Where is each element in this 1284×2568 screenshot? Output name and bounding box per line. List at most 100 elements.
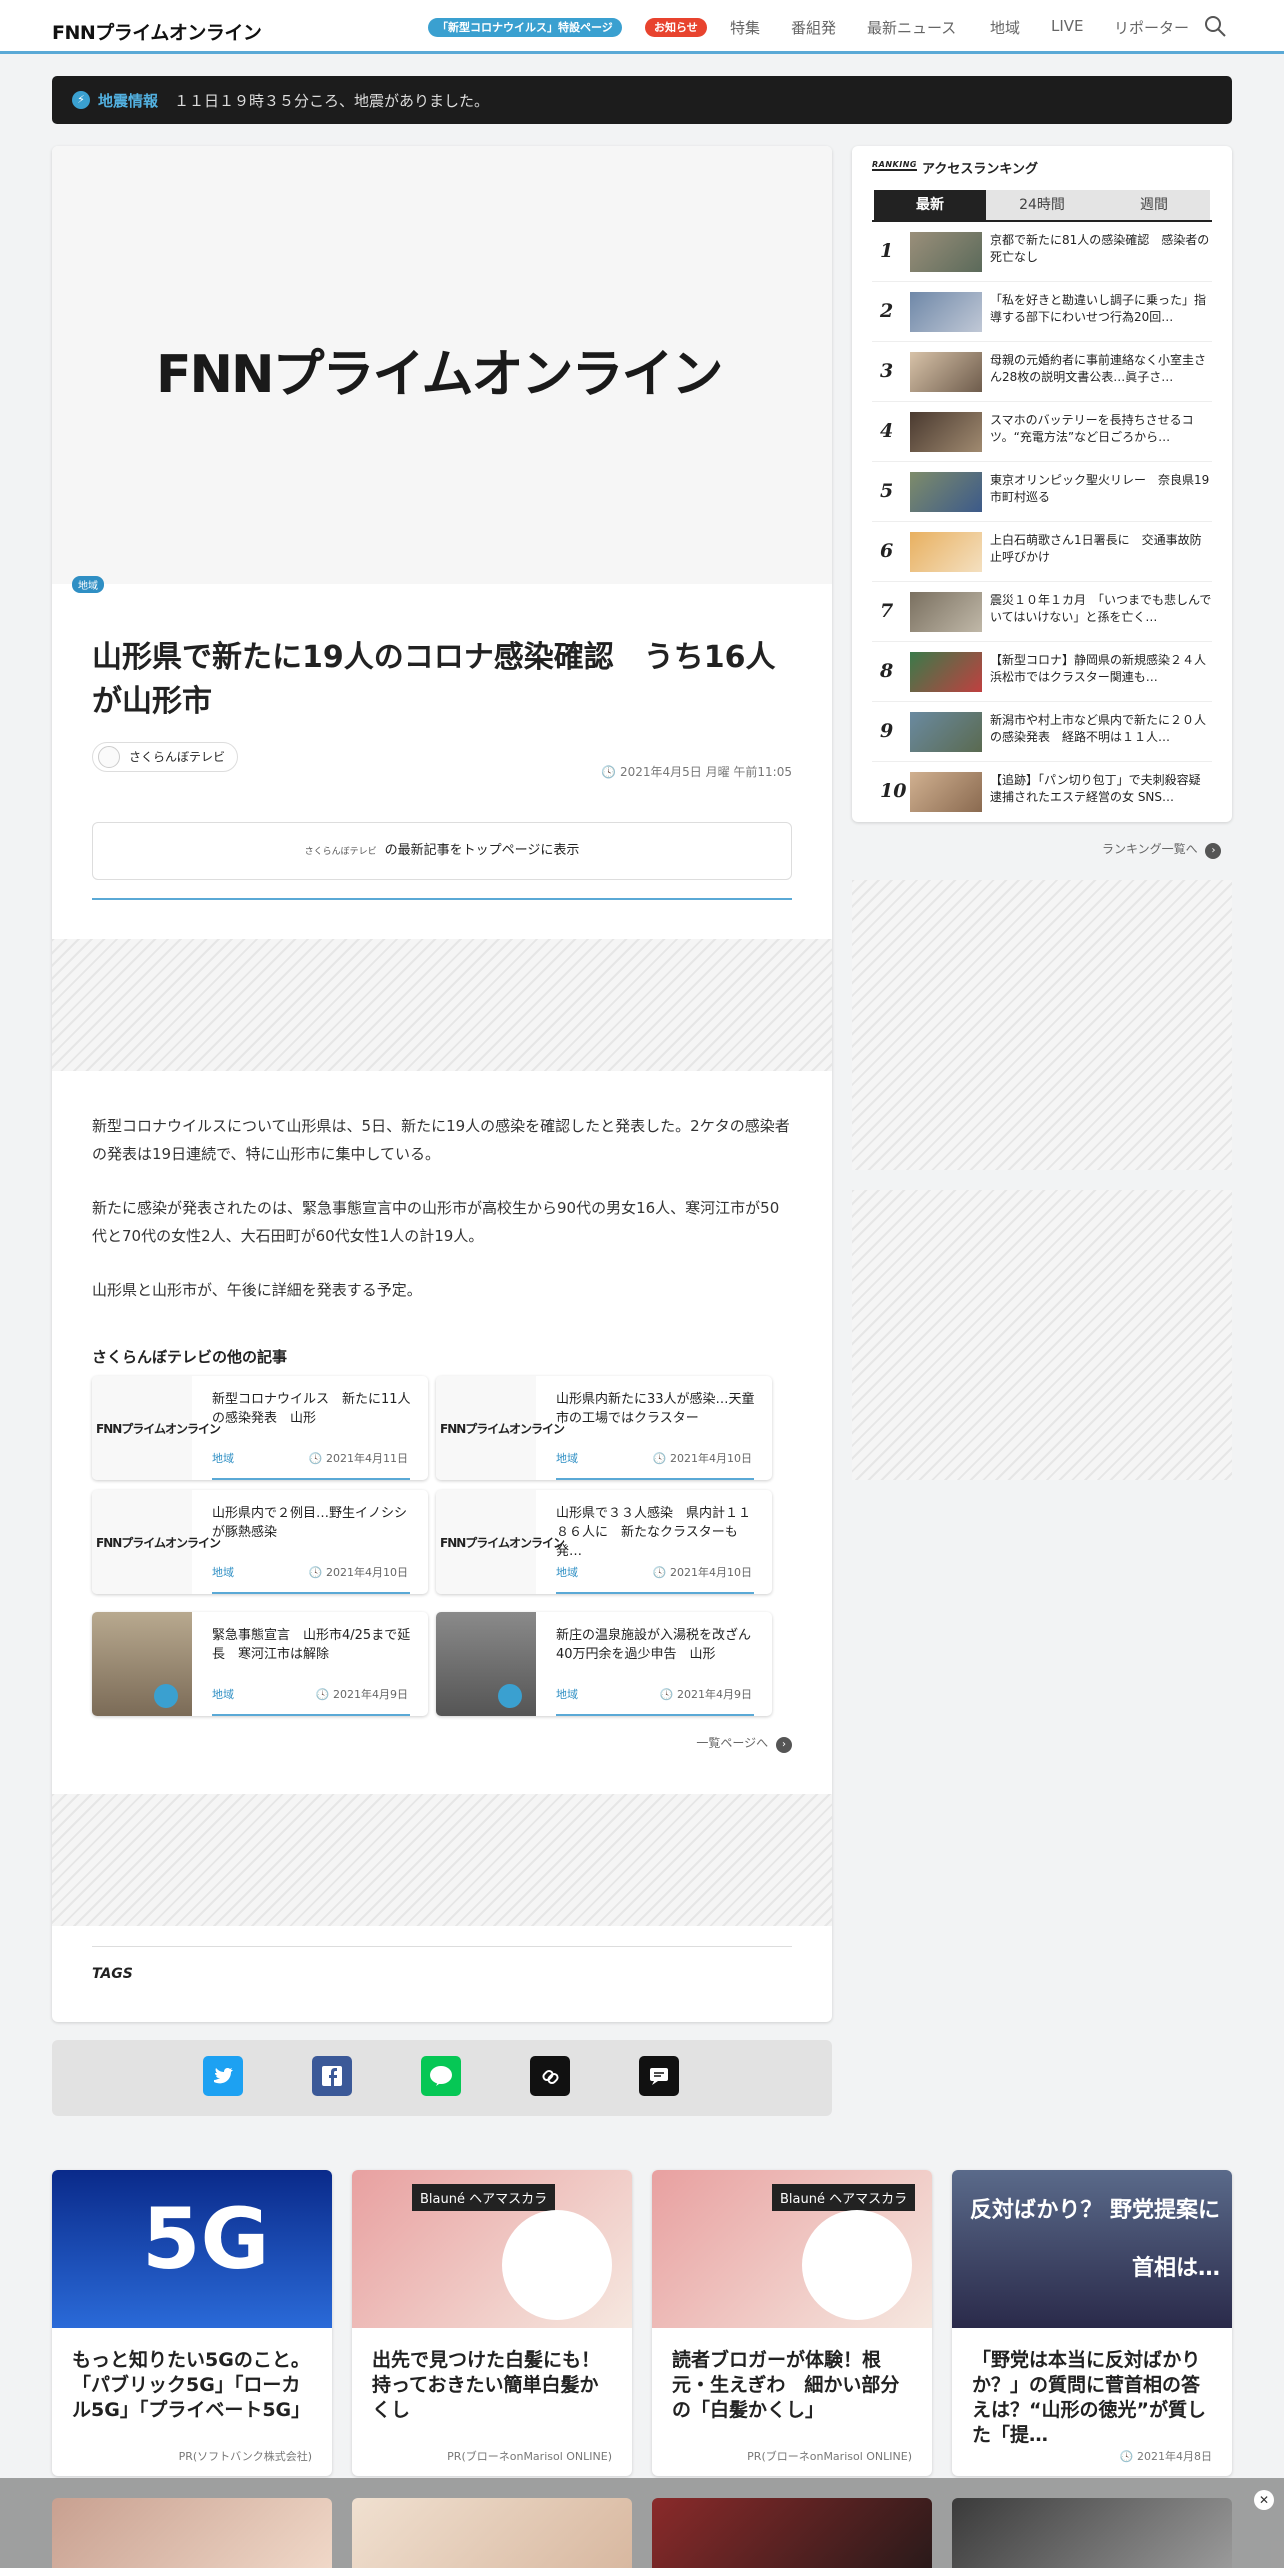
- ranking-panel: RANKING アクセスランキング 最新 24時間 週間 1 京都で新たに81人の…: [852, 146, 1232, 822]
- tab-weekly[interactable]: 週間: [1098, 190, 1210, 220]
- divider: [92, 898, 792, 900]
- ranking-more-link[interactable]: ランキング一覧へ ›: [1102, 840, 1222, 859]
- chevron-right-icon: ›: [1205, 843, 1222, 859]
- earthquake-alert[interactable]: ⚡ 地震情報 １１日１９時３５分ころ、地震がありました。: [52, 76, 1232, 124]
- other-article-card[interactable]: 緊急事態宣言 山形市4/25まで延長 寒河江市は解除 地域 🕓 2021年4月9…: [92, 1612, 428, 1716]
- video-icon: [498, 1684, 522, 1708]
- news-image: 反対ばかり？ 野党提案に首相は…: [952, 2170, 1232, 2328]
- other-article-card[interactable]: 新庄の温泉施設が入湯税を改ざん 40万円余を過少申告 山形 地域 🕓 2021年…: [436, 1612, 772, 1716]
- ad-thumbnail[interactable]: [352, 2498, 632, 2568]
- link-icon: [542, 2069, 559, 2085]
- line-share-button[interactable]: [421, 2056, 461, 2096]
- ranking-item[interactable]: 5 東京オリンピック聖火リレー 奈良県19市町村巡る: [872, 462, 1212, 522]
- other-article-tag: 地域: [556, 1688, 578, 1701]
- line-icon: [430, 2066, 452, 2086]
- other-article-tag: 地域: [556, 1566, 578, 1579]
- alert-label: 地震情報: [98, 92, 159, 110]
- source-badge[interactable]: さくらんぼテレビ: [92, 742, 239, 772]
- ranking-thumbnail: [910, 232, 982, 272]
- ranking-thumbnail: [910, 412, 982, 452]
- ranking-thumbnail: [910, 772, 982, 812]
- sidebar-ad-slot: [852, 880, 1232, 1170]
- ranking-item[interactable]: 4 スマホのバッテリーを長持ちさせるコツ。“充電方法”など日ごろから…: [872, 402, 1212, 462]
- twitter-icon: [214, 2068, 233, 2084]
- pr-card[interactable]: 5G もっと知りたい5Gのこと。「パブリック5G」「ローカル5G」「プライベート…: [52, 2170, 332, 2476]
- ranking-item[interactable]: 6 上白石萌歌さん1日署長に 交通事故防止呼びかけ: [872, 522, 1212, 582]
- facebook-icon: [322, 2066, 342, 2086]
- ranking-item[interactable]: 9 新潟市や村上市など県内で新たに２０人の感染発表 経路不明は１１人…: [872, 702, 1212, 762]
- ranking-thumbnail: [910, 592, 982, 632]
- other-articles-heading: さくらんぼテレビの他の記事: [92, 1348, 288, 1366]
- category-badge[interactable]: 地域: [72, 576, 104, 593]
- other-article-title: 新型コロナウイルス 新たに11人の感染発表 山形: [212, 1392, 411, 1426]
- ranking-badge: RANKING: [872, 160, 917, 171]
- list-page-link[interactable]: 一覧ページへ ›: [696, 1734, 792, 1753]
- top-page-link[interactable]: さくらんぼテレビ の最新記事をトップページに表示: [92, 822, 792, 880]
- news-date: 🕓 2021年4月8日: [1119, 2450, 1212, 2463]
- ad-thumbnail[interactable]: [52, 2498, 332, 2568]
- pr-title: もっと知りたい5Gのこと。「パブリック5G」「ローカル5G」「プライベート5G」: [72, 2349, 311, 2421]
- ranking-item[interactable]: 1 京都で新たに81人の感染確認 感染者の死亡なし: [872, 222, 1212, 282]
- ranking-item[interactable]: 8 【新型コロナ】静岡県の新規感染２４人 浜松市ではクラスター関連も…: [872, 642, 1212, 702]
- pr-source: PR(ブローネonMarisol ONLINE): [447, 2450, 612, 2463]
- pr-card[interactable]: Blauné ヘアマスカラ 読者ブロガーが体験！根元・生えぎわ 細かい部分の「白…: [652, 2170, 932, 2476]
- site-header: FNNプライムオンライン 「新型コロナウイルス」特設ページ お知らせ 特集 番組…: [0, 0, 1284, 54]
- ranking-thumbnail: [910, 472, 982, 512]
- article-paragraph-2: 新たに感染が発表されたのは、緊急事態宣言中の山形市が高校生から90代の男女16人…: [92, 1199, 780, 1245]
- news-card[interactable]: 反対ばかり？ 野党提案に首相は… 「野党は本当に反対ばかりか？」の質問に菅首相の…: [952, 2170, 1232, 2476]
- corona-special-link[interactable]: 「新型コロナウイルス」特設ページ: [428, 18, 622, 37]
- nav-feature[interactable]: 特集: [730, 17, 760, 38]
- ranking-item[interactable]: 2 「私を好きと勘違いし調子に乗った」指導する部下にわいせつ行為20回…: [872, 282, 1212, 342]
- other-article-tag: 地域: [212, 1566, 234, 1579]
- nav-programs[interactable]: 番組発: [791, 17, 836, 38]
- twitter-share-button[interactable]: [203, 2056, 243, 2096]
- article-thumbnail: FNNプライムオンライン: [92, 1376, 221, 1480]
- pr-image: Blauné ヘアマスカラ: [352, 2170, 632, 2328]
- ranking-item[interactable]: 7 震災１０年１カ月 「いつまでも悲しんでいてはいけない」と孫を亡く…: [872, 582, 1212, 642]
- comment-icon: [650, 2068, 668, 2085]
- search-icon[interactable]: [1203, 14, 1227, 38]
- tab-latest[interactable]: 最新: [874, 190, 986, 220]
- nav-latest-news[interactable]: 最新ニュース: [867, 17, 956, 38]
- ranking-thumbnail: [910, 652, 982, 692]
- tab-24h[interactable]: 24時間: [986, 190, 1098, 220]
- notice-link[interactable]: お知らせ: [645, 18, 707, 37]
- other-article-date: 🕓 2021年4月10日: [652, 1566, 752, 1579]
- article-title: 山形県で新たに19人のコロナ感染確認 うち16人が山形市: [92, 640, 776, 719]
- news-title: 「野党は本当に反対ばかりか？」の質問に菅首相の答えは？“山形の徳光”が質した「提…: [972, 2349, 1206, 2446]
- other-article-date: 🕓 2021年4月9日: [659, 1688, 752, 1701]
- lightning-icon: ⚡: [72, 91, 90, 109]
- article-paragraph-3: 山形県と山形市が、午後に詳細を発表する予定。: [92, 1281, 422, 1299]
- other-article-card[interactable]: FNNプライムオンライン 山形県内で２例目…野生イノシシが豚熱感染 地域 🕓 2…: [92, 1490, 428, 1594]
- copy-link-button[interactable]: [530, 2056, 570, 2096]
- article-thumbnail: FNNプライムオンライン: [92, 1490, 221, 1594]
- nav-live[interactable]: LIVE: [1051, 17, 1084, 35]
- ranking-item[interactable]: 3 母親の元婚約者に事前連絡なく小室圭さん28枚の説明文書公表…眞子さ…: [872, 342, 1212, 402]
- other-article-title: 山形県内で２例目…野生イノシシが豚熱感染: [212, 1506, 408, 1540]
- ad-thumbnail[interactable]: [952, 2498, 1232, 2568]
- other-article-card[interactable]: FNNプライムオンライン 新型コロナウイルス 新たに11人の感染発表 山形 地域…: [92, 1376, 428, 1480]
- other-article-card[interactable]: FNNプライムオンライン 山形県で３３人感染 県内計１１８６人に 新たなクラスタ…: [436, 1490, 772, 1594]
- ranking-heading: アクセスランキング: [922, 162, 1038, 177]
- pr-title: 出先で見つけた白髪にも！持っておきたい簡単白髪かくし: [372, 2349, 601, 2421]
- site-logo[interactable]: FNNプライムオンライン: [52, 18, 262, 45]
- nav-region[interactable]: 地域: [990, 17, 1020, 38]
- nav-reporter[interactable]: リポーター: [1114, 17, 1189, 38]
- source-logo-small: さくらんぼテレビ: [304, 847, 377, 857]
- close-icon[interactable]: ✕: [1254, 2490, 1274, 2510]
- ranking-thumbnail: [910, 532, 982, 572]
- comment-button[interactable]: [639, 2056, 679, 2096]
- pr-title: 読者ブロガーが体験！根元・生えぎわ 細かい部分の「白髪かくし」: [672, 2349, 900, 2421]
- ad-thumbnail[interactable]: [652, 2498, 932, 2568]
- other-article-tag: 地域: [556, 1452, 578, 1465]
- pr-card[interactable]: Blauné ヘアマスカラ 出先で見つけた白髪にも！持っておきたい簡単白髪かくし…: [352, 2170, 632, 2476]
- facebook-share-button[interactable]: [312, 2056, 352, 2096]
- other-article-date: 🕓 2021年4月9日: [315, 1688, 408, 1701]
- other-article-card[interactable]: FNNプライムオンライン 山形県内新たに33人が感染…天童市の工場ではクラスター…: [436, 1376, 772, 1480]
- chevron-right-icon: ›: [776, 1737, 792, 1753]
- article-thumbnail: FNNプライムオンライン: [436, 1376, 565, 1480]
- other-article-tag: 地域: [212, 1452, 234, 1465]
- hero-image: FNNプライムオンライン: [52, 146, 832, 584]
- ranking-item[interactable]: 10 【追跡】「パン切り包丁」で夫刺殺容疑 逮捕されたエステ経営の女 SNS…: [872, 762, 1212, 822]
- pr-source: PR(ソフトバンク株式会社): [178, 2450, 312, 2463]
